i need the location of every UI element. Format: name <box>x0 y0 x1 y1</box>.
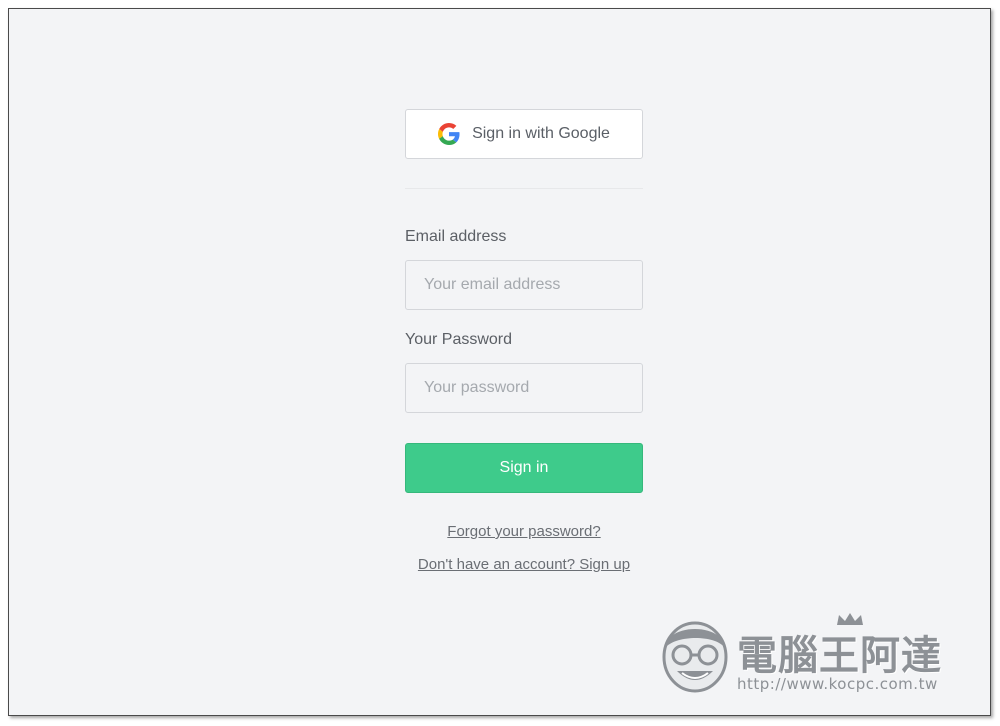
watermark: 電腦王阿達 http://www.kocpc.com.tw <box>657 609 975 701</box>
google-g-icon <box>438 123 460 145</box>
watermark-url: http://www.kocpc.com.tw <box>737 675 938 693</box>
password-input[interactable] <box>405 363 643 413</box>
divider <box>405 188 643 189</box>
email-input[interactable] <box>405 260 643 310</box>
signin-button[interactable]: Sign in <box>405 443 643 493</box>
password-label: Your Password <box>405 331 513 348</box>
forgot-password-link[interactable]: Forgot your password? <box>365 523 683 540</box>
email-label: Email address <box>405 228 507 245</box>
signup-link[interactable]: Don't have an account? Sign up <box>365 556 683 573</box>
mascot-face-icon <box>662 621 728 693</box>
google-signin-label: Sign in with Google <box>472 125 610 142</box>
watermark-title: 電腦王阿達 <box>737 633 942 679</box>
login-page: Sign in with Google Email address Your P… <box>8 8 991 716</box>
google-signin-button[interactable]: Sign in with Google <box>405 109 643 159</box>
